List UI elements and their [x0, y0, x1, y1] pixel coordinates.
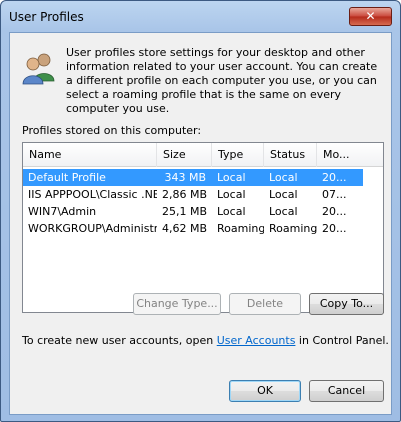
profile-name: Default Profile [28, 171, 106, 184]
profile-modified: 20... [322, 205, 347, 218]
table-row[interactable]: Default Profile 343 MB Local Local 20... [23, 169, 363, 186]
delete-button[interactable]: Delete [229, 293, 301, 315]
table-row[interactable]: IIS APPPOOL\Classic .NE... 2,86 MB Local… [23, 186, 363, 203]
users-icon [22, 53, 55, 85]
cancel-button[interactable]: Cancel [309, 380, 384, 402]
profile-type: Local [217, 205, 246, 218]
profile-modified: 07... [322, 188, 347, 201]
user-accounts-link[interactable]: User Accounts [217, 334, 296, 347]
column-header-type[interactable]: Type [212, 143, 264, 167]
copy-to-button[interactable]: Copy To... [309, 293, 384, 315]
profile-type: Local [217, 171, 246, 184]
description-text: User profiles store settings for your de… [66, 46, 378, 115]
profile-size: 343 MB [164, 171, 206, 184]
footer-note: To create new user accounts, open User A… [22, 334, 389, 347]
profile-type: Local [217, 188, 246, 201]
title-bar[interactable]: User Profiles ✕ [1, 1, 400, 32]
change-type-button[interactable]: Change Type... [133, 293, 221, 315]
profiles-list[interactable]: Name Size Type Status Mo... Default Prof… [22, 142, 384, 313]
profile-status: Local [269, 205, 298, 218]
list-header: Name Size Type Status Mo... [23, 143, 383, 167]
ok-button[interactable]: OK [229, 380, 301, 402]
column-header-size[interactable]: Size [157, 143, 212, 167]
profile-name: WIN7\Admin [28, 205, 97, 218]
footer-prefix: To create new user accounts, open [22, 334, 217, 347]
user-profiles-dialog: User Profiles ✕ User profiles store sett… [0, 0, 401, 422]
table-row[interactable]: WORKGROUP\Administra... 4,62 MB Roaming … [23, 220, 363, 237]
profile-modified: 20... [322, 171, 347, 184]
table-row[interactable]: WIN7\Admin 25,1 MB Local Local 20... [23, 203, 363, 220]
profile-status: Local [269, 171, 298, 184]
column-header-status[interactable]: Status [264, 143, 317, 167]
profile-size: 25,1 MB [162, 205, 208, 218]
window-title: User Profiles [9, 10, 84, 24]
profile-name: WORKGROUP\Administra... [28, 222, 157, 235]
profile-type: Roaming [217, 222, 264, 235]
column-header-name[interactable]: Name [23, 143, 157, 167]
dialog-body: User profiles store settings for your de… [9, 32, 392, 415]
close-button[interactable]: ✕ [349, 7, 392, 26]
profile-status: Local [269, 188, 298, 201]
close-icon: ✕ [365, 9, 376, 23]
profile-status: Roaming [269, 222, 317, 235]
footer-suffix: in Control Panel. [295, 334, 389, 347]
profiles-label: Profiles stored on this computer: [22, 124, 202, 137]
profile-size: 4,62 MB [162, 222, 208, 235]
profile-modified: 20... [322, 222, 347, 235]
profile-size: 2,86 MB [162, 188, 208, 201]
column-header-modified[interactable]: Mo... [317, 143, 383, 167]
profile-name: IIS APPPOOL\Classic .NE... [28, 188, 157, 201]
